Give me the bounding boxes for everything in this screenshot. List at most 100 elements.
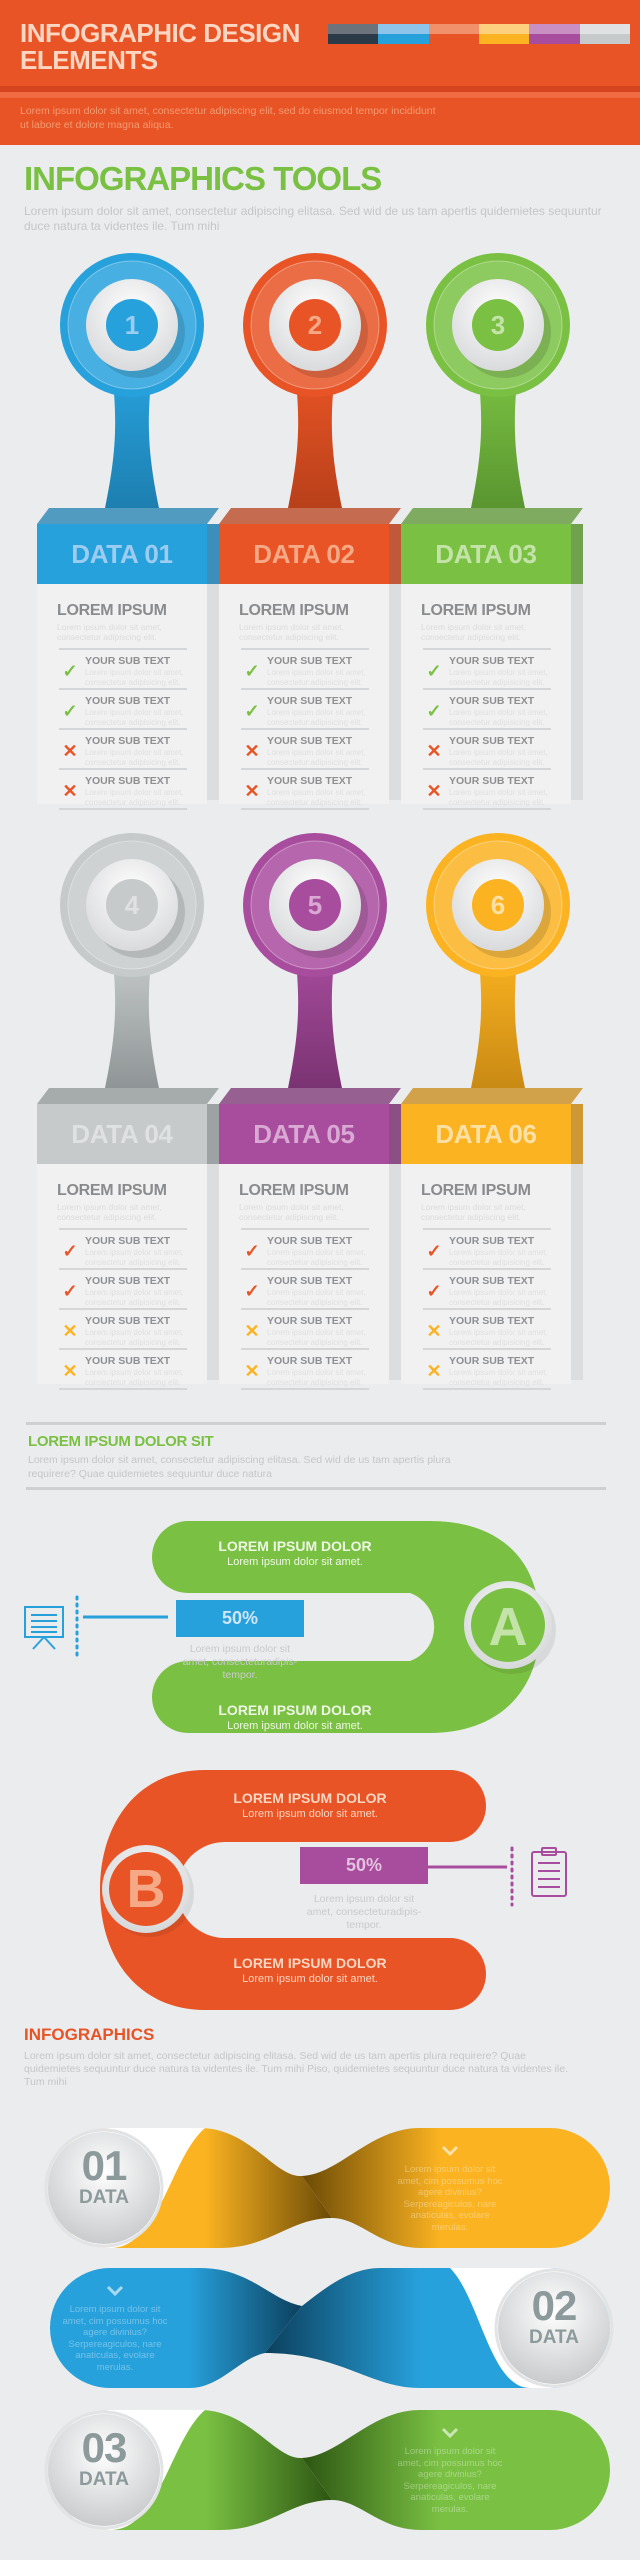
item-title: YOUR SUB TEXT [449,1275,535,1287]
ribbon-number-badge: 01 DATA [54,2144,154,2208]
card-subheading: Lorem ipsum dolor sit amet, consectetur … [239,622,344,642]
cross-icon: ✕ [62,1361,78,1381]
item-desc: Lorem ipsum dolor sit amet, consectetur … [267,748,366,767]
item-title: YOUR SUB TEXT [85,735,171,747]
process-a-bottom-text: LOREM IPSUM DOLOR Lorem ipsum dolor sit … [160,1702,430,1732]
card-band-side [389,524,401,584]
item-desc: Lorem ipsum dolor sit amet, consectetur … [85,748,184,767]
cross-icon: ✕ [426,1361,442,1381]
card-subheading: Lorem ipsum dolor sit amet, consectetur … [421,622,526,642]
item-title: YOUR SUB TEXT [85,1315,171,1327]
chevron-down-icon[interactable] [440,2144,460,2158]
process-b-top-text: LOREM IPSUM DOLOR Lorem ipsum dolor sit … [200,1790,420,1820]
item-desc: Lorem ipsum dolor sit amet, consectetur … [449,788,548,807]
item-title: YOUR SUB TEXT [85,775,171,787]
item-title: YOUR SUB TEXT [449,1235,535,1247]
card-band-side [207,1104,219,1164]
process-b-letter: B [126,1859,166,1919]
check-icon: ✓ [426,661,442,681]
color-palette [328,24,630,44]
item-desc: Lorem ipsum dolor sit amet, consectetur … [267,1368,366,1387]
data-card: DATA 06 LOREM IPSUM Lorem ipsum dolor si… [401,1088,583,1390]
ribbon-label: DATA [529,2327,579,2348]
check-icon: ✓ [244,1241,260,1261]
card-list: ✓ YOUR SUB TEXT Lorem ipsum dolor sit am… [241,1228,369,1390]
ribbon-number: 03 [81,2424,128,2471]
list-item: ✕ YOUR SUB TEXT Lorem ipsum dolor sit am… [241,1348,369,1388]
cross-icon: ✕ [62,1321,78,1341]
list-item: ✓ YOUR SUB TEXT Lorem ipsum dolor sit am… [241,1228,369,1268]
item-title: YOUR SUB TEXT [85,1275,171,1287]
chevron-down-icon[interactable] [105,2284,125,2298]
process-b-top-title: LOREM IPSUM DOLOR [233,1790,387,1806]
number-pin: 3 [423,250,573,520]
list-item: ✕ YOUR SUB TEXT Lorem ipsum dolor sit am… [423,768,551,808]
process-b-top-desc: Lorem ipsum dolor sit amet. [242,1808,378,1820]
check-icon: ✓ [62,1281,78,1301]
pin-number: 1 [124,310,140,340]
card-heading: LOREM IPSUM [57,602,167,619]
data-ribbon: Lorem ipsum dolor sit amet, cim possumus… [40,2118,620,2258]
ribbon-number: 01 [81,2142,128,2189]
process-b-bottom-title: LOREM IPSUM DOLOR [233,1955,387,1971]
number-pin: 5 [240,830,390,1100]
number-pin: 6 [423,830,573,1100]
item-desc: Lorem ipsum dolor sit amet, consectetur … [449,1288,548,1307]
ribbon-label: DATA [79,2469,129,2490]
process-b-bottom-text: LOREM IPSUM DOLOR Lorem ipsum dolor sit … [200,1955,420,1985]
header-banner: INFOGRAPHIC DESIGN ELEMENTS Lorem ipsum … [0,0,640,145]
item-desc: Lorem ipsum dolor sit amet, consectetur … [85,708,184,727]
check-icon: ✓ [244,661,260,681]
process-a-percent: 50% [176,1600,304,1637]
card-subheading: Lorem ipsum dolor sit amet, consectetur … [421,1202,526,1222]
card-body: LOREM IPSUM Lorem ipsum dolor sit amet, … [401,584,571,810]
cross-icon: ✕ [62,781,78,801]
list-item: ✓ YOUR SUB TEXT Lorem ipsum dolor sit am… [423,688,551,728]
color-swatch [478,24,530,44]
data-card: DATA 05 LOREM IPSUM Lorem ipsum dolor si… [219,1088,401,1390]
item-desc: Lorem ipsum dolor sit amet, consectetur … [449,1328,548,1347]
process-a-top-text: LOREM IPSUM DOLOR Lorem ipsum dolor sit … [160,1538,430,1568]
card-label: DATA 04 [37,1104,207,1164]
chevron-down-icon[interactable] [440,2426,460,2440]
process-a-bottom-desc: Lorem ipsum dolor sit amet. [227,1720,363,1732]
cross-icon: ✕ [244,741,260,761]
list-item: ✕ YOUR SUB TEXT Lorem ipsum dolor sit am… [423,1308,551,1348]
list-item: ✓ YOUR SUB TEXT Lorem ipsum dolor sit am… [423,1268,551,1308]
item-desc: Lorem ipsum dolor sit amet, consectetur … [85,668,184,687]
item-title: YOUR SUB TEXT [267,1355,353,1367]
card-list: ✓ YOUR SUB TEXT Lorem ipsum dolor sit am… [241,648,369,810]
item-desc: Lorem ipsum dolor sit amet, consectetur … [85,788,184,807]
item-title: YOUR SUB TEXT [449,735,535,747]
section-description-ipsum: Lorem ipsum dolor sit amet, consectetur … [28,1454,451,1480]
card-body: LOREM IPSUM Lorem ipsum dolor sit amet, … [401,1164,571,1390]
card-band-side [571,1104,583,1164]
item-desc: Lorem ipsum dolor sit amet, consectetur … [85,1248,184,1267]
divider [26,1422,606,1425]
data-ribbon: Lorem ipsum dolor sit amet, cim possumus… [40,2400,620,2540]
data-ribbon: Lorem ipsum dolor sit amet, cim possumus… [40,2258,620,2398]
item-title: YOUR SUB TEXT [85,1355,171,1367]
list-item: ✕ YOUR SUB TEXT Lorem ipsum dolor sit am… [59,768,187,808]
cross-icon: ✕ [244,1361,260,1381]
card-subheading: Lorem ipsum dolor sit amet, consectetur … [57,1202,162,1222]
item-desc: Lorem ipsum dolor sit amet, consectetur … [85,1368,184,1387]
clipboard-icon [531,1847,567,1897]
item-title: YOUR SUB TEXT [267,655,353,667]
cross-icon: ✕ [426,781,442,801]
item-desc: Lorem ipsum dolor sit amet, consectetur … [267,1328,366,1347]
item-desc: Lorem ipsum dolor sit amet, consectetur … [449,748,548,767]
data-card: DATA 01 LOREM IPSUM Lorem ipsum dolor si… [37,508,219,810]
card-body-side [389,584,401,800]
item-desc: Lorem ipsum dolor sit amet, consectetur … [267,1248,366,1267]
item-title: YOUR SUB TEXT [267,1275,353,1287]
ribbon-number-badge: 03 DATA [54,2426,154,2490]
card-label: DATA 02 [219,524,389,584]
card-label: DATA 06 [401,1104,571,1164]
card-body-side [207,584,219,800]
ribbon-text: Lorem ipsum dolor sit amet, cim possumus… [62,2304,168,2373]
list-item: ✓ YOUR SUB TEXT Lorem ipsum dolor sit am… [423,648,551,688]
number-pin: 4 [57,830,207,1100]
cross-icon: ✕ [426,741,442,761]
item-title: YOUR SUB TEXT [267,775,353,787]
